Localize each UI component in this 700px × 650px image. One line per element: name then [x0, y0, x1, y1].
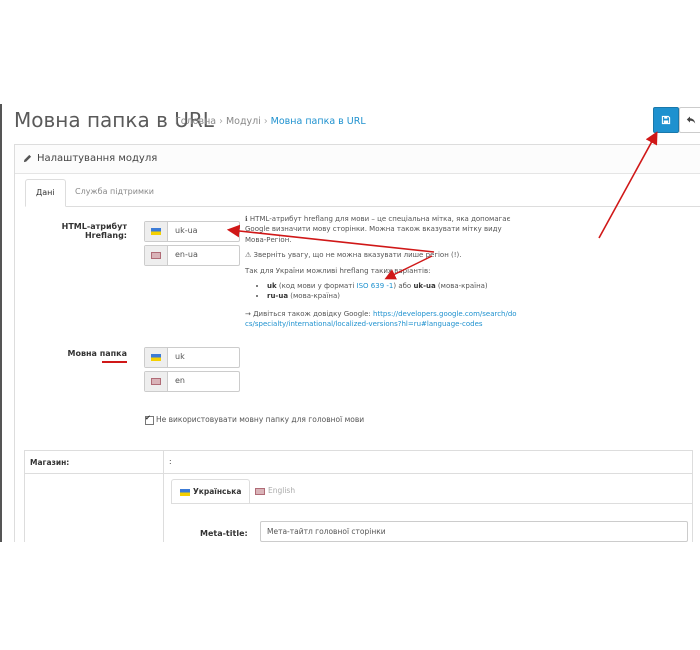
annotation-arrow	[598, 131, 658, 239]
annotation-arrows	[226, 131, 658, 280]
admin-window: Мовна папка в URL Головна › Модулі › Мовна п…	[0, 104, 700, 542]
annotation-arrow	[384, 255, 433, 280]
annotation-arrow	[226, 224, 435, 253]
